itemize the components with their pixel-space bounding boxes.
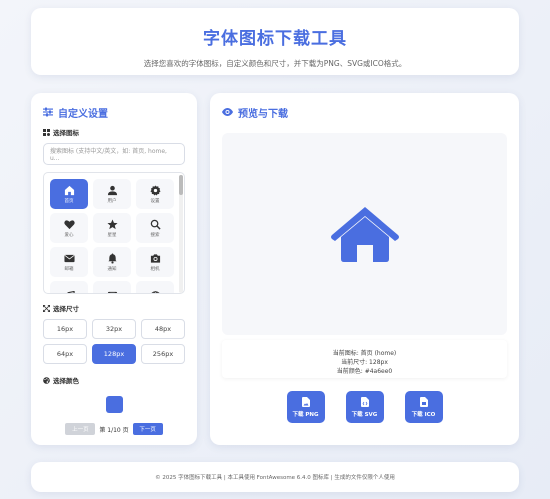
current-color-text: 当前颜色: #4a6ee0	[336, 368, 393, 375]
icon-option-search[interactable]: 搜索	[136, 213, 174, 243]
preview-title: 预览与下载	[222, 105, 507, 120]
preview-panel: 预览与下载 当前图标: 首页 (home) 当前尺寸: 128px 当前颜色: …	[210, 93, 519, 445]
download-buttons: 下载 PNG 下载 SVG 下载 ICO	[222, 391, 507, 423]
current-size-text: 当前尺寸: 128px	[341, 359, 388, 366]
prev-page-button[interactable]: 上一页	[65, 423, 96, 435]
sliders-icon	[43, 107, 53, 117]
page-indicator: 第 1/10 页	[99, 426, 129, 434]
icon-option-label: 星星	[107, 232, 117, 238]
icon-option-globe[interactable]	[136, 281, 174, 293]
expand-icon	[43, 304, 50, 312]
icon-option-label: 爱心	[64, 232, 74, 238]
icon-option-user[interactable]: 用户	[93, 179, 131, 209]
color-picker[interactable]	[105, 396, 123, 413]
envelope-icon	[63, 254, 75, 262]
next-page-button[interactable]: 下一页	[132, 423, 163, 435]
eye-icon	[222, 108, 233, 116]
footer-text: © 2025 字体图标下载工具 | 本工具使用 FontAwesome 6.4.…	[155, 475, 395, 481]
icon-option-label: 首页	[64, 198, 74, 204]
size-option-128px[interactable]: 128px	[92, 344, 136, 364]
size-section-label: 选择尺寸	[43, 303, 185, 313]
pagination: 上一页 第 1/10 页 下一页	[43, 423, 185, 435]
icon-option-label: 用户	[107, 198, 117, 204]
settings-title-text: 自定义设置	[58, 108, 108, 120]
icon-option-envelope[interactable]: 邮箱	[50, 247, 88, 277]
icon-option-label: 相机	[150, 266, 160, 272]
icon-section-label: 选择图标	[43, 127, 185, 137]
icon-option-home[interactable]: 首页	[50, 179, 88, 209]
icon-option-gear[interactable]: 设置	[136, 179, 174, 209]
star-icon	[106, 218, 118, 229]
heart-icon	[63, 219, 75, 229]
icon-option-bell[interactable]: 通知	[93, 247, 131, 277]
bell-icon	[107, 252, 117, 264]
palette-icon	[43, 376, 50, 384]
size-option-256px[interactable]: 256px	[141, 344, 185, 364]
header-card: 字体图标下载工具 选择您喜欢的字体图标，自定义颜色和尺寸，并下载为PNG、SVG…	[31, 8, 519, 75]
file-icon	[419, 396, 428, 407]
icon-section-text: 选择图标	[53, 129, 79, 137]
scrollbar-thumb[interactable]	[179, 175, 183, 195]
icon-option-camera[interactable]: 相机	[136, 247, 174, 277]
home-icon	[330, 207, 399, 262]
settings-title: 自定义设置	[43, 105, 185, 120]
size-options: 16px 32px 48px 64px 128px 256px	[43, 319, 185, 364]
search-icon	[150, 219, 161, 230]
user-icon	[107, 185, 117, 195]
download-svg-button[interactable]: 下载 SVG	[345, 391, 384, 423]
icon-option-label: 通知	[107, 266, 117, 272]
preview-title-text: 预览与下载	[238, 108, 288, 120]
download-ico-label: 下载 ICO	[411, 411, 436, 418]
size-section-text: 选择尺寸	[53, 305, 79, 313]
icon-option-film[interactable]	[93, 281, 131, 293]
settings-panel: 自定义设置 选择图标 搜索图标 (支持中文/英文，如: 首页, home, u.…	[31, 93, 197, 445]
icon-grid: 首页 用户 设置爱心 星星 搜索邮箱 通知 相机	[43, 172, 185, 294]
icon-option-music[interactable]	[50, 281, 88, 293]
film-icon	[107, 291, 117, 293]
icon-option-label: 邮箱	[64, 266, 74, 272]
size-option-48px[interactable]: 48px	[141, 319, 185, 339]
footer: © 2025 字体图标下载工具 | 本工具使用 FontAwesome 6.4.…	[31, 462, 519, 492]
download-png-label: 下载 PNG	[292, 411, 319, 418]
color-section-text: 选择颜色	[53, 377, 79, 385]
globe-icon	[150, 290, 160, 293]
current-icon-text: 当前图标: 首页 (home)	[332, 350, 397, 357]
icon-search-input[interactable]: 搜索图标 (支持中文/英文，如: 首页, home, u...	[43, 143, 185, 165]
size-option-16px[interactable]: 16px	[43, 319, 87, 339]
icon-preview-area	[222, 133, 507, 335]
download-svg-label: 下载 SVG	[351, 411, 378, 418]
page-title: 字体图标下载工具	[203, 29, 347, 49]
current-info: 当前图标: 首页 (home) 当前尺寸: 128px 当前颜色: #4a6ee…	[222, 340, 507, 378]
color-section-label: 选择颜色	[43, 375, 185, 385]
gear-icon	[149, 184, 161, 196]
icon-option-label: 搜索	[150, 232, 160, 238]
page-subtitle: 选择您喜欢的字体图标，自定义颜色和尺寸，并下载为PNG、SVG或ICO格式。	[143, 59, 407, 68]
size-option-64px[interactable]: 64px	[43, 344, 87, 364]
download-ico-button[interactable]: 下载 ICO	[404, 391, 443, 423]
camera-icon	[150, 253, 160, 263]
icon-grid-items: 首页 用户 设置爱心 星星 搜索邮箱 通知 相机	[50, 179, 184, 293]
home-icon	[64, 185, 74, 195]
icon-option-label: 设置	[150, 198, 160, 204]
file-code-icon	[360, 396, 369, 407]
download-png-button[interactable]: 下载 PNG	[286, 391, 325, 423]
icon-option-star[interactable]: 星星	[93, 213, 131, 243]
icon-grid-scrollbar[interactable]	[179, 175, 183, 293]
file-image-icon	[301, 396, 310, 407]
size-option-32px[interactable]: 32px	[92, 319, 136, 339]
icon-option-heart[interactable]: 爱心	[50, 213, 88, 243]
icons-icon	[43, 128, 50, 136]
music-icon	[66, 290, 75, 293]
